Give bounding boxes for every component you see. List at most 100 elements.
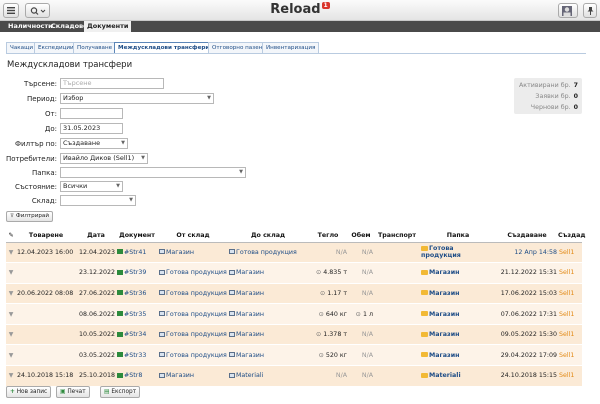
warehouse-select[interactable]: ▼ (60, 195, 136, 206)
folder-link[interactable]: Магазин (429, 269, 459, 276)
table-row[interactable]: ▼ 03.05.2022 #Str33 Готова продукция Магазин… (6, 344, 582, 367)
cell-from-warehouse[interactable]: Готова продукция (158, 283, 228, 305)
to-warehouse-link[interactable]: Магазин (236, 290, 264, 297)
folder-link[interactable]: Materiali (429, 372, 461, 379)
cell-to-warehouse[interactable]: Магазин (228, 303, 308, 325)
col-header[interactable]: Транспорт (374, 230, 420, 243)
from-warehouse-link[interactable]: Готова продукция (166, 311, 227, 318)
cell-to-warehouse[interactable]: Магазин (228, 262, 308, 284)
expand-icon[interactable]: ▼ (6, 242, 16, 264)
cell-folder[interactable]: Готова продукция (420, 242, 496, 264)
cell-creator[interactable]: Sell1 (558, 242, 582, 264)
from-warehouse-link[interactable]: Готова продукция (166, 352, 227, 359)
cell-creator[interactable]: Sell1 (558, 262, 582, 284)
cell-folder[interactable]: Materiali (420, 365, 496, 387)
cell-from-warehouse[interactable]: Готова продукция (158, 324, 228, 346)
cell-document[interactable]: #Str8 (116, 365, 158, 387)
cell-folder[interactable]: Магазин (420, 344, 496, 367)
table-row[interactable]: ▼ 08.06.2022 #Str35 Готова продукция Магазин… (6, 303, 582, 325)
period-select[interactable]: Избор ▼ (60, 93, 214, 104)
document-link[interactable]: #Str39 (124, 269, 146, 276)
from-date-input[interactable] (60, 108, 123, 119)
expand-icon[interactable]: ▼ (6, 324, 16, 346)
to-warehouse-link[interactable]: Магазин (236, 269, 264, 276)
from-warehouse-link[interactable]: Магазин (166, 372, 194, 379)
cell-creator[interactable]: Sell1 (558, 283, 582, 305)
cell-to-warehouse[interactable]: Магазин (228, 344, 308, 367)
cell-to-warehouse[interactable]: Магазин (228, 324, 308, 346)
table-row[interactable]: ▼ 24.10.2018 15:18 25.10.2018 #Str8 Магазин M… (6, 365, 582, 387)
expand-icon[interactable]: ▼ (6, 283, 16, 305)
pin-button[interactable] (583, 3, 597, 18)
cell-document[interactable]: #Str39 (116, 262, 158, 284)
cell-to-warehouse[interactable]: Магазин (228, 283, 308, 305)
tab-pending[interactable]: Чакащи (6, 42, 37, 53)
filter-button[interactable]: ⊽ Филтрирай (6, 211, 53, 222)
menu-documents[interactable]: Документи (84, 21, 132, 32)
tab-inventory[interactable]: Инвентаризация (262, 42, 320, 53)
cell-to-warehouse[interactable]: Materiali (228, 365, 308, 387)
new-record-button[interactable]: + Нов запис (6, 386, 52, 398)
notification-badge[interactable]: 1 (321, 2, 330, 9)
col-header[interactable]: Създад (558, 230, 585, 243)
to-warehouse-link[interactable]: Materiali (236, 372, 263, 379)
document-link[interactable]: #Str36 (124, 290, 146, 297)
from-warehouse-link[interactable]: Готова продукция (166, 269, 227, 276)
col-header[interactable]: Документ (116, 230, 158, 243)
to-warehouse-link[interactable]: Магазин (236, 331, 264, 338)
table-row[interactable]: ▼ 12.04.2023 16:00 12.04.2023 #Str41 Магазин… (6, 242, 582, 264)
cell-folder[interactable]: Магазин (420, 283, 496, 305)
cell-from-warehouse[interactable]: Магазин (158, 242, 228, 264)
table-row[interactable]: ▼ 23.12.2022 #Str39 Готова продукция Магазин… (6, 262, 582, 284)
cell-folder[interactable]: Магазин (420, 324, 496, 346)
col-header[interactable]: От склад (158, 230, 228, 243)
to-warehouse-link[interactable]: Магазин (236, 352, 264, 359)
cell-from-warehouse[interactable]: Готова продукция (158, 303, 228, 325)
expand-icon[interactable]: ▼ (6, 365, 16, 387)
document-link[interactable]: #Str34 (124, 331, 146, 338)
cell-creator[interactable]: Sell1 (558, 344, 582, 367)
document-link[interactable]: #Str33 (124, 352, 146, 359)
tab-custody[interactable]: Отговорно пазене (208, 42, 270, 53)
cell-creator[interactable]: Sell1 (558, 324, 582, 346)
users-select[interactable]: Ивайло Диков (Sell1) ▼ (60, 153, 148, 164)
col-header[interactable]: Дата (76, 230, 116, 243)
cell-from-warehouse[interactable]: Готова продукция (158, 262, 228, 284)
col-header[interactable]: Тегло (308, 230, 348, 243)
col-header[interactable]: Папка (420, 230, 496, 243)
folder-link[interactable]: Магазин (429, 331, 459, 338)
to-warehouse-link[interactable]: Готова продукция (236, 249, 297, 256)
tools-icon[interactable]: ✎ (6, 230, 16, 243)
cell-to-warehouse[interactable]: Готова продукция (228, 242, 308, 264)
tab-expeditions[interactable]: Експедиции (34, 42, 78, 53)
cell-from-warehouse[interactable]: Готова продукция (158, 344, 228, 367)
cell-folder[interactable]: Магазин (420, 262, 496, 284)
search-input[interactable]: Търсене (60, 78, 164, 89)
col-header[interactable]: Обем (348, 230, 374, 243)
cell-folder[interactable]: Магазин (420, 303, 496, 325)
folder-select[interactable]: ▼ (60, 167, 246, 178)
folder-link[interactable]: Магазин (429, 352, 459, 359)
col-header[interactable]: До склад (228, 230, 308, 243)
to-warehouse-link[interactable]: Магазин (236, 311, 264, 318)
print-button[interactable]: ▣ Печат (56, 386, 90, 398)
expand-icon[interactable]: ▼ (6, 262, 16, 284)
document-link[interactable]: #Str41 (124, 249, 146, 256)
export-button[interactable]: ▤ Експорт (100, 386, 141, 398)
cell-document[interactable]: #Str34 (116, 324, 158, 346)
folder-link[interactable]: Магазин (429, 311, 459, 318)
cell-from-warehouse[interactable]: Магазин (158, 365, 228, 387)
state-select[interactable]: Всички ▼ (60, 181, 123, 192)
document-link[interactable]: #Str8 (124, 372, 142, 379)
col-header[interactable]: Създаване (496, 230, 558, 243)
expand-icon[interactable]: ▼ (6, 303, 16, 325)
cell-document[interactable]: #Str36 (116, 283, 158, 305)
tab-receiving[interactable]: Получаване (73, 42, 117, 53)
from-warehouse-link[interactable]: Готова продукция (166, 290, 227, 297)
cell-creator[interactable]: Sell1 (558, 303, 582, 325)
document-link[interactable]: #Str35 (124, 311, 146, 318)
from-warehouse-link[interactable]: Магазин (166, 249, 194, 256)
filter-by-select[interactable]: Създаване ▼ (60, 138, 128, 149)
folder-link[interactable]: Магазин (429, 290, 459, 297)
user-avatar-button[interactable] (558, 3, 578, 18)
